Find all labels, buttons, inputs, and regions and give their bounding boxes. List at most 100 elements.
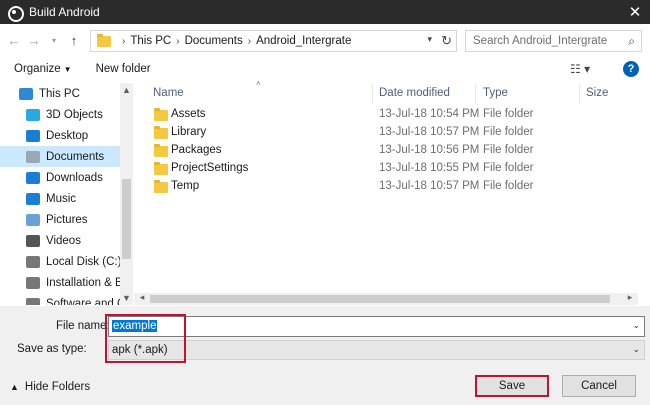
save-type-select[interactable]: apk (*.apk) ⌄ [108, 340, 645, 360]
help-button[interactable]: ? [623, 61, 639, 77]
chevron-right-icon[interactable]: › [248, 36, 251, 47]
chevron-down-icon[interactable]: ▾ [427, 34, 432, 45]
cancel-button[interactable]: Cancel [562, 375, 636, 397]
column-headers: ˄ Name Date modified Type Size [134, 79, 650, 105]
download-icon [26, 171, 40, 184]
horizontal-scroll-thumb[interactable] [150, 295, 610, 303]
breadcrumb-android-intergrate[interactable]: Android_Intergrate [256, 35, 351, 47]
nav-scroll-thumb[interactable] [122, 179, 131, 259]
folder-icon [154, 144, 168, 157]
hide-folders-button[interactable]: ▲ Hide Folders [10, 381, 90, 393]
file-date: 13-Jul-18 10:55 PM [379, 162, 480, 174]
file-list: ˄ Name Date modified Type Size Assets 13-… [134, 79, 650, 305]
command-bar: Organize ▼ New folder ☷ ▾ ? [0, 56, 650, 82]
chevron-down-icon: ▼ [63, 65, 72, 74]
recent-locations-icon[interactable]: ▾ [44, 36, 64, 45]
forward-arrow-icon[interactable]: → [24, 33, 44, 48]
file-date: 13-Jul-18 10:57 PM [379, 126, 480, 138]
folder-icon [97, 33, 111, 47]
chevron-down-icon[interactable]: ⌄ [632, 320, 640, 331]
nav-item[interactable]: Documents [0, 146, 120, 167]
nav-item-label: 3D Objects [46, 108, 103, 121]
nav-item[interactable]: Desktop [0, 125, 133, 146]
file-row[interactable]: Library 13-Jul-18 10:57 PM File folder [134, 123, 650, 141]
search-placeholder: Search Android_Intergrate [473, 35, 608, 47]
file-name-label: File name: [56, 320, 110, 332]
desktop-icon [26, 129, 40, 142]
nav-item-label: Downloads [46, 171, 103, 184]
nav-item-label: Installation & Ba [46, 276, 130, 289]
file-type: File folder [483, 144, 534, 156]
horizontal-scrollbar[interactable]: ◂ ▸ [134, 292, 638, 305]
nav-item[interactable]: Videos [0, 230, 133, 251]
scroll-left-icon[interactable]: ◂ [136, 292, 148, 303]
column-divider[interactable] [579, 85, 580, 103]
search-input[interactable]: Search Android_Intergrate ⌕ [465, 30, 642, 52]
column-size[interactable]: Size [586, 87, 608, 99]
nav-item[interactable]: Software and C [0, 293, 133, 305]
organize-label: Organize [14, 63, 61, 75]
nav-item[interactable]: 3D Objects [0, 104, 133, 125]
breadcrumb[interactable]: › This PC › Documents › Android_Intergra… [90, 30, 457, 52]
column-date-modified[interactable]: Date modified [379, 87, 450, 99]
file-name: Library [171, 126, 207, 138]
nav-item-label: Software and C [46, 297, 126, 306]
breadcrumb-this-pc[interactable]: This PC [130, 35, 171, 47]
file-row[interactable]: Packages 13-Jul-18 10:56 PM File folder [134, 141, 650, 159]
view-options-icon[interactable]: ☷ ▾ [570, 62, 590, 76]
file-name-field[interactable]: example ⌄ [108, 316, 645, 337]
pc-icon [19, 87, 33, 100]
file-type: File folder [483, 108, 534, 120]
window-title: Build Android [29, 5, 100, 19]
nav-item[interactable]: Installation & Ba [0, 272, 133, 293]
unity-icon [7, 5, 24, 22]
save-button[interactable]: Save [475, 375, 549, 397]
search-icon[interactable]: ⌕ [628, 34, 635, 49]
scroll-down-icon[interactable]: ▼ [120, 293, 133, 303]
file-date: 13-Jul-18 10:57 PM [379, 180, 480, 192]
nav-item[interactable]: This PC [0, 83, 133, 104]
file-type: File folder [483, 126, 534, 138]
column-name[interactable]: Name [153, 87, 184, 99]
nav-item[interactable]: Downloads [0, 167, 133, 188]
nav-item[interactable]: Pictures [0, 209, 133, 230]
scroll-right-icon[interactable]: ▸ [624, 292, 636, 303]
close-button[interactable]: ✕ [620, 0, 650, 24]
file-row[interactable]: Temp 13-Jul-18 10:57 PM File folder [134, 177, 650, 195]
column-divider[interactable] [372, 85, 373, 103]
chevron-right-icon[interactable]: › [122, 36, 125, 47]
nav-scrollbar[interactable]: ▲ ▼ [120, 83, 133, 305]
folder-icon [154, 162, 168, 175]
file-row[interactable]: Assets 13-Jul-18 10:54 PM File folder [134, 105, 650, 123]
file-row[interactable]: ProjectSettings 13-Jul-18 10:55 PM File fo… [134, 159, 650, 177]
breadcrumb-documents[interactable]: Documents [185, 35, 243, 47]
nav-item-label: Videos [46, 234, 81, 247]
file-name: ProjectSettings [171, 162, 249, 174]
organize-button[interactable]: Organize ▼ [14, 63, 72, 75]
highlight-box [105, 314, 186, 363]
column-divider[interactable] [475, 85, 476, 103]
scroll-up-icon[interactable]: ▲ [120, 85, 133, 95]
up-arrow-icon[interactable]: ↑ [64, 33, 84, 48]
chevron-right-icon[interactable]: › [176, 36, 179, 47]
column-type[interactable]: Type [483, 87, 508, 99]
drive-icon [26, 297, 40, 305]
file-name: Temp [171, 180, 200, 192]
sort-arrow-icon: ˄ [256, 79, 261, 88]
file-name: Assets [171, 108, 206, 120]
new-folder-button[interactable]: New folder [96, 63, 151, 75]
file-date: 13-Jul-18 10:54 PM [379, 108, 480, 120]
title-bar: Build Android ✕ [0, 0, 650, 24]
nav-item-label: Pictures [46, 213, 88, 226]
nav-item[interactable]: Local Disk (C:) [0, 251, 133, 272]
drive-icon [26, 276, 40, 289]
file-type: File folder [483, 162, 534, 174]
refresh-icon[interactable]: ↻ [441, 33, 452, 49]
hide-folders-label: Hide Folders [24, 381, 91, 393]
nav-item[interactable]: Music [0, 188, 133, 209]
back-arrow-icon[interactable]: ← [4, 33, 24, 48]
video-icon [26, 234, 40, 247]
chevron-down-icon[interactable]: ⌄ [632, 344, 640, 355]
nav-item-label: This PC [39, 87, 80, 100]
picture-icon [26, 213, 40, 226]
